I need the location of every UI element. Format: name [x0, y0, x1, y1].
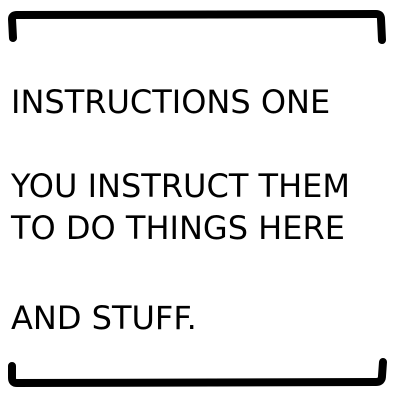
instructions-line: AND STUFF. [11, 299, 197, 337]
instructions-line: TO DO THINGS HERE [11, 209, 345, 247]
bottom-bracket [8, 358, 387, 387]
instructions-line: YOU INSTRUCT THEM [11, 167, 350, 205]
instruction-card: INSTRUCTIONS ONE YOU INSTRUCT THEM TO DO… [0, 0, 400, 400]
top-bracket [8, 10, 386, 44]
instructions-title: INSTRUCTIONS ONE [11, 83, 331, 121]
